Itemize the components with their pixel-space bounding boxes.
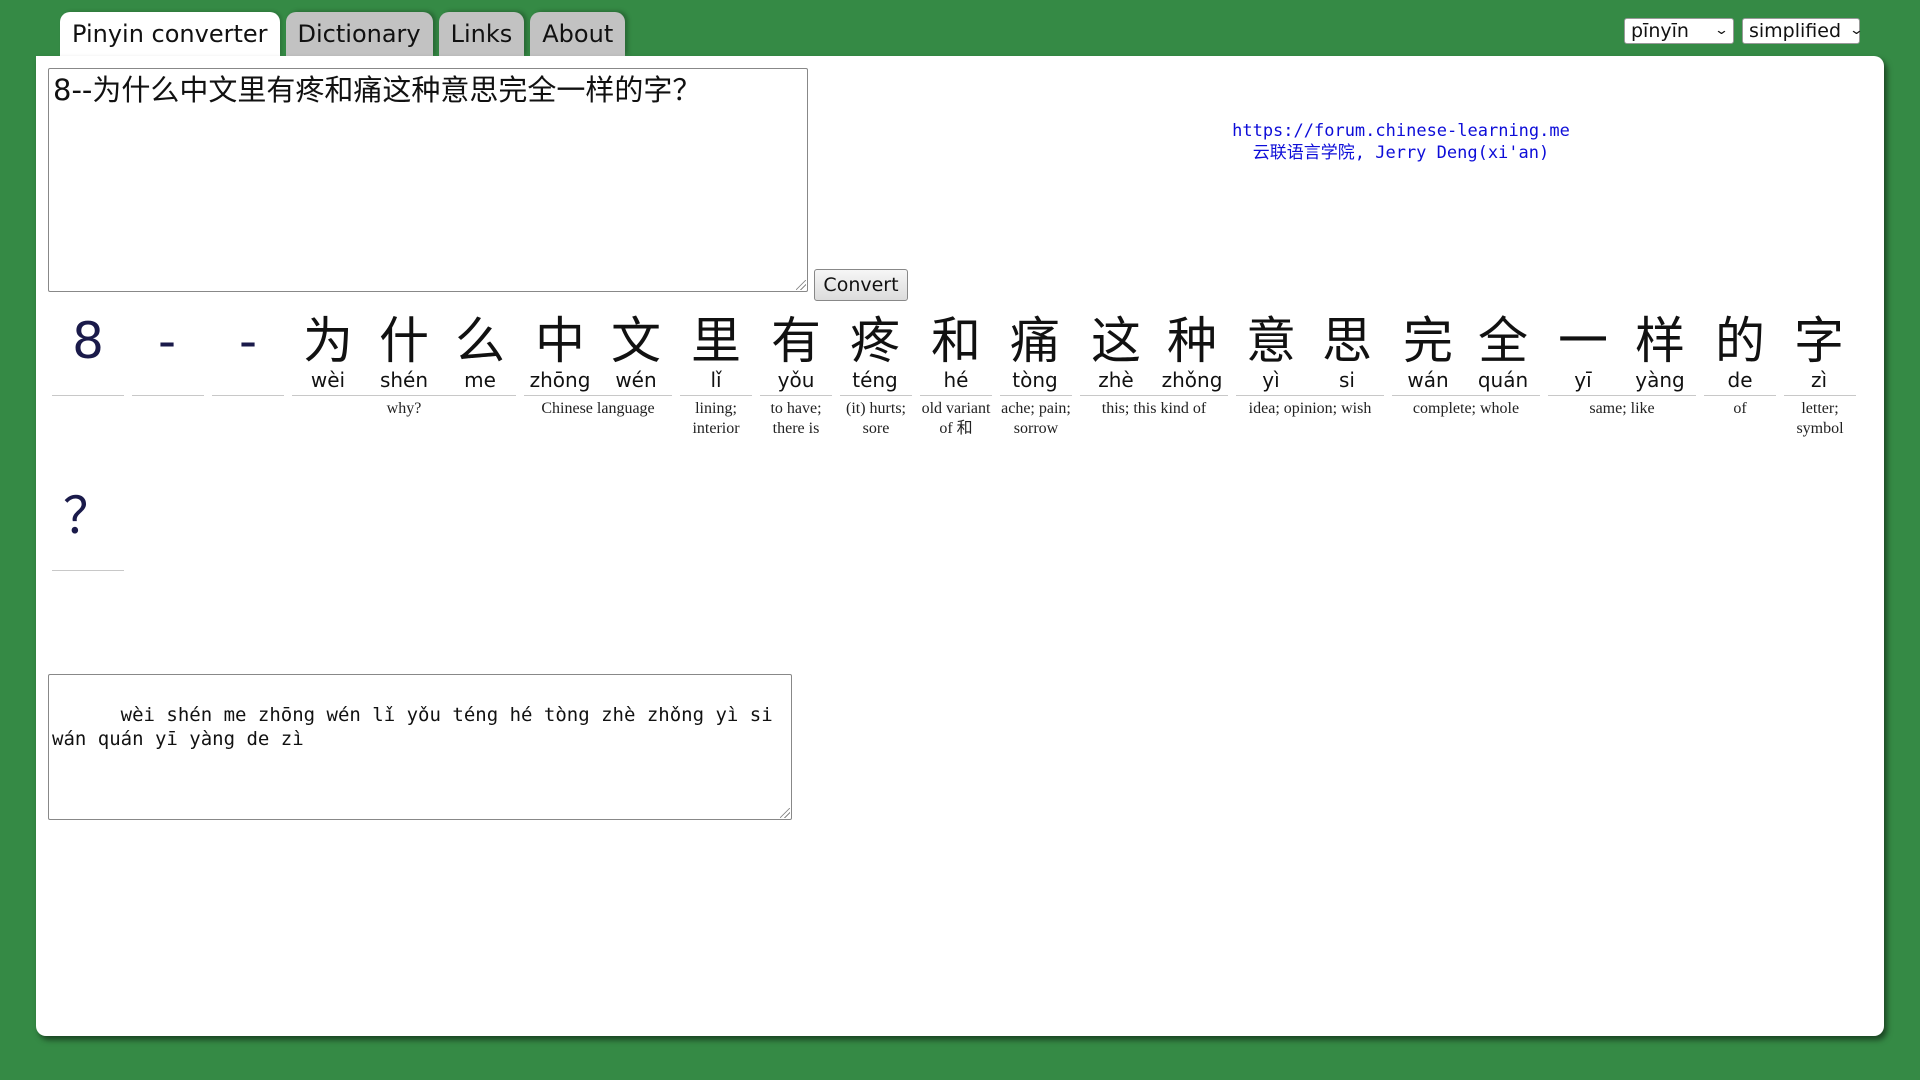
word-underline [1704, 395, 1776, 396]
pinyin-syllable: wèi [310, 368, 346, 392]
word-gloss: of [1733, 400, 1747, 417]
pinyin-output-text: wèi shén me zhōng wén lǐ yǒu téng hé tòn… [52, 704, 785, 750]
pinyin-syllable: zì [1810, 368, 1828, 392]
tab-dictionary[interactable]: Dictionary [285, 12, 433, 56]
word-gloss: same; like [1589, 400, 1655, 417]
word-underline [1548, 395, 1696, 396]
word-underline [52, 570, 124, 571]
pinyin-syllable: de [1727, 368, 1753, 392]
word-underline [840, 395, 912, 396]
hanzi-char: 中 [535, 312, 585, 370]
word-gloss: lining; interior [692, 400, 740, 437]
script-value: simplified [1749, 20, 1842, 42]
pinyin-syllable: yàng [1635, 368, 1685, 392]
word-underline [1784, 395, 1856, 396]
pinyin-syllable: si [1339, 368, 1355, 392]
tab-about[interactable]: About [530, 12, 626, 56]
word-gloss: to have; there is [770, 400, 822, 437]
pinyin-syllable: lǐ [710, 368, 722, 392]
resize-handle[interactable] [796, 280, 806, 290]
tab-links[interactable]: Links [438, 12, 525, 56]
pinyin-syllable: tòng [1012, 368, 1058, 392]
word-gloss: this; this kind of [1101, 400, 1207, 417]
main-panel: 8--为什么中文里有疼和痛这种意思完全一样的字？ Convert https:/… [36, 56, 1884, 1036]
word-gloss: old variant of 和 [921, 400, 991, 437]
word-underline [52, 395, 124, 396]
pinyin-syllable: shén [379, 368, 429, 392]
hanzi-char: 么 [455, 312, 505, 370]
resize-handle[interactable] [780, 808, 790, 818]
pinyin-syllable: wán [1407, 368, 1449, 392]
word-gloss: letter; symbol [1796, 400, 1844, 437]
hanzi-char: 思 [1322, 312, 1372, 370]
word-gloss: complete; whole [1412, 400, 1520, 417]
hanzi-char: ？ [63, 487, 113, 545]
pinyin-mode-value: pīnyīn [1631, 20, 1689, 42]
hanzi-char: - [157, 312, 177, 370]
author-link[interactable]: 云联语言学院, Jerry Deng(xi'an) [1226, 142, 1576, 164]
word-underline [920, 395, 992, 396]
tab-bar: Pinyin converter Dictionary Links About [60, 12, 626, 56]
word-underline [1236, 395, 1384, 396]
hanzi-char: 字 [1794, 312, 1844, 370]
pinyin-syllable: me [464, 368, 496, 392]
hanzi-char: 一 [1558, 312, 1608, 370]
pinyin-syllable: yǒu [777, 368, 815, 392]
hanzi-char: 痛 [1010, 312, 1060, 370]
chevron-down-icon: ⌄ [1713, 23, 1730, 38]
hanzi-char: 完 [1403, 312, 1453, 370]
word-gloss: idea; opinion; wish [1248, 400, 1372, 417]
hanzi-char: 的 [1715, 312, 1765, 370]
word-underline [680, 395, 752, 396]
pinyin-syllable: téng [852, 368, 898, 392]
settings-selects: pīnyīn ⌄ simplified ⌄ [1624, 18, 1864, 44]
pinyin-syllable: yì [1262, 368, 1280, 392]
script-select[interactable]: simplified ⌄ [1742, 18, 1864, 44]
word-gloss: ache; pain; sorrow [1001, 400, 1071, 437]
chinese-input-text: 8--为什么中文里有疼和痛这种意思完全一样的字？ [53, 73, 702, 107]
hanzi-char: - [238, 312, 258, 370]
pinyin-syllable: zhè [1098, 368, 1134, 392]
pinyin-syllable: zhōng [529, 368, 591, 392]
tab-pinyin-converter[interactable]: Pinyin converter [60, 12, 280, 56]
pinyin-syllable: quán [1477, 368, 1529, 392]
hanzi-char: 有 [771, 312, 821, 370]
word-underline [132, 395, 204, 396]
word-underline [760, 395, 832, 396]
pinyin-output[interactable]: wèi shén me zhōng wén lǐ yǒu téng hé tòn… [48, 674, 792, 820]
character-grid: 8- - 为 wèi 什 shén 么 me 中 zhōng 文 wén 里 lǐ 有 yǒu 疼 téng 和 hé… [36, 311, 1884, 671]
word-underline [1000, 395, 1072, 396]
hanzi-char: 全 [1478, 312, 1528, 370]
hanzi-char: 8 [72, 312, 104, 370]
convert-button[interactable]: Convert [814, 269, 908, 301]
chevron-down-icon: ⌄ [1848, 23, 1865, 38]
forum-link[interactable]: https://forum.chinese-learning.me [1226, 120, 1576, 142]
pinyin-syllable: hé [943, 368, 969, 392]
hanzi-char: 种 [1167, 312, 1217, 370]
hanzi-char: 意 [1246, 312, 1296, 370]
word-underline [524, 395, 672, 396]
pinyin-syllable: yī [1574, 368, 1592, 392]
hanzi-char: 为 [303, 312, 353, 370]
credit: https://forum.chinese-learning.me 云联语言学院… [1226, 120, 1576, 164]
word-underline [212, 395, 284, 396]
word-underline [1080, 395, 1228, 396]
hanzi-char: 样 [1635, 312, 1685, 370]
hanzi-char: 这 [1091, 312, 1141, 370]
pinyin-mode-select[interactable]: pīnyīn ⌄ [1624, 18, 1734, 44]
word-gloss: (it) hurts; sore [846, 400, 906, 437]
word-gloss: Chinese language [541, 400, 655, 417]
word-gloss: why? [386, 400, 422, 417]
word-underline [292, 395, 516, 396]
hanzi-char: 和 [931, 312, 981, 370]
hanzi-char: 疼 [850, 312, 900, 370]
hanzi-char: 什 [379, 312, 429, 370]
pinyin-syllable: wén [615, 368, 657, 392]
word-underline [1392, 395, 1540, 396]
hanzi-char: 文 [611, 312, 661, 370]
hanzi-char: 里 [691, 312, 741, 370]
pinyin-syllable: zhǒng [1161, 368, 1223, 392]
chinese-input[interactable]: 8--为什么中文里有疼和痛这种意思完全一样的字？ [48, 68, 808, 292]
